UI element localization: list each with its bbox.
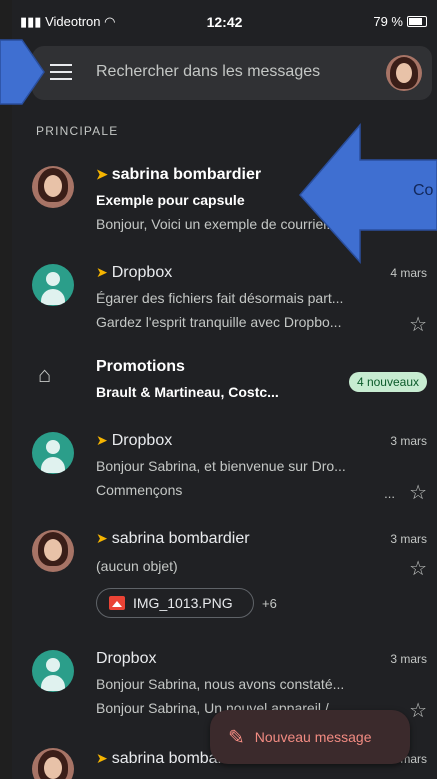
- promotions-senders: Brault & Martineau, Costc...: [96, 384, 279, 400]
- email-date: 3 mars: [390, 434, 427, 448]
- sender-name: Dropbox: [96, 650, 157, 667]
- email-subject: Bonjour Sabrina, nous avons constaté...: [96, 676, 345, 692]
- sender-name: Dropbox: [111, 432, 173, 449]
- star-icon[interactable]: ☆: [409, 698, 427, 723]
- important-icon: ➤: [96, 750, 108, 766]
- annotation-text: Co: [413, 182, 434, 199]
- account-avatar[interactable]: [386, 55, 422, 91]
- snippet-ellipsis: ...: [384, 486, 395, 501]
- phone-screen: ▮▮▮ Videotron ◠ 12:42 79 % Rechercher da…: [12, 0, 437, 779]
- email-row[interactable]: ➤ sabrina bombardier Exemple pour capsule…: [12, 156, 437, 246]
- star-icon[interactable]: ☆: [409, 312, 427, 337]
- menu-icon[interactable]: [50, 64, 72, 82]
- search-bar[interactable]: Rechercher dans les messages: [32, 46, 432, 100]
- email-row[interactable]: ➤ Dropbox 3 mars Bonjour Sabrina, et bien…: [12, 424, 437, 514]
- email-row[interactable]: ➤ sabrina bombardier 3 mars (aucun objet)…: [12, 524, 437, 634]
- sender-avatar: [32, 530, 74, 572]
- sender-avatar: [32, 264, 74, 306]
- image-icon: [109, 596, 125, 610]
- sender-avatar: [32, 166, 74, 208]
- attachment-chip[interactable]: IMG_1013.PNG: [96, 588, 254, 618]
- email-date: 3 mars: [390, 532, 427, 546]
- section-label: PRINCIPALE: [36, 124, 119, 138]
- sender-avatar: [32, 432, 74, 474]
- sender-name: sabrina bombardier: [111, 166, 262, 183]
- star-icon[interactable]: ☆: [409, 556, 427, 581]
- new-count-badge: 4 nouveaux: [348, 372, 427, 392]
- email-snippet: Bonjour, Voici un exemple de courriel...: [96, 216, 339, 232]
- battery-percent: 79 %: [373, 14, 403, 29]
- compose-label: Nouveau message: [254, 729, 372, 745]
- compose-button[interactable]: ✎ Nouveau message: [210, 710, 410, 764]
- attachment-more: +6: [262, 596, 277, 611]
- email-subject: Égarer des fichiers fait désormais part.…: [96, 290, 344, 306]
- sender-name: sabrina bombardier: [111, 530, 250, 547]
- important-icon: ➤: [96, 432, 108, 448]
- attachment-name: IMG_1013.PNG: [133, 595, 233, 611]
- sender-avatar: [32, 650, 74, 692]
- email-date: 4 mars: [390, 266, 427, 280]
- pencil-icon: ✎: [228, 726, 245, 749]
- email-row[interactable]: ➤ Dropbox 4 mars Égarer des fichiers fait…: [12, 256, 437, 346]
- email-subject: Exemple pour capsule: [96, 192, 245, 208]
- status-bar: ▮▮▮ Videotron ◠ 12:42 79 %: [12, 0, 437, 40]
- email-subject: Bonjour Sabrina, et bienvenue sur Dro...: [96, 458, 346, 474]
- email-snippet: Commençons: [96, 482, 183, 498]
- email-snippet: Gardez l'esprit tranquille avec Dropbo..…: [96, 314, 342, 330]
- promotions-row[interactable]: ⌂ Promotions Brault & Martineau, Costc..…: [12, 352, 437, 416]
- tag-icon: ⌂: [38, 362, 52, 387]
- star-icon[interactable]: ☆: [409, 480, 427, 505]
- important-icon: ➤: [96, 264, 108, 280]
- email-subject: (aucun objet): [96, 558, 178, 574]
- sender-name: Dropbox: [111, 264, 173, 281]
- email-date: 3 mars: [390, 652, 427, 666]
- search-placeholder[interactable]: Rechercher dans les messages: [96, 63, 320, 81]
- important-icon: ➤: [96, 530, 108, 546]
- sender-avatar: [32, 748, 74, 779]
- battery-icon: [407, 16, 427, 27]
- promotions-title: Promotions: [96, 358, 185, 375]
- important-icon: ➤: [96, 166, 108, 182]
